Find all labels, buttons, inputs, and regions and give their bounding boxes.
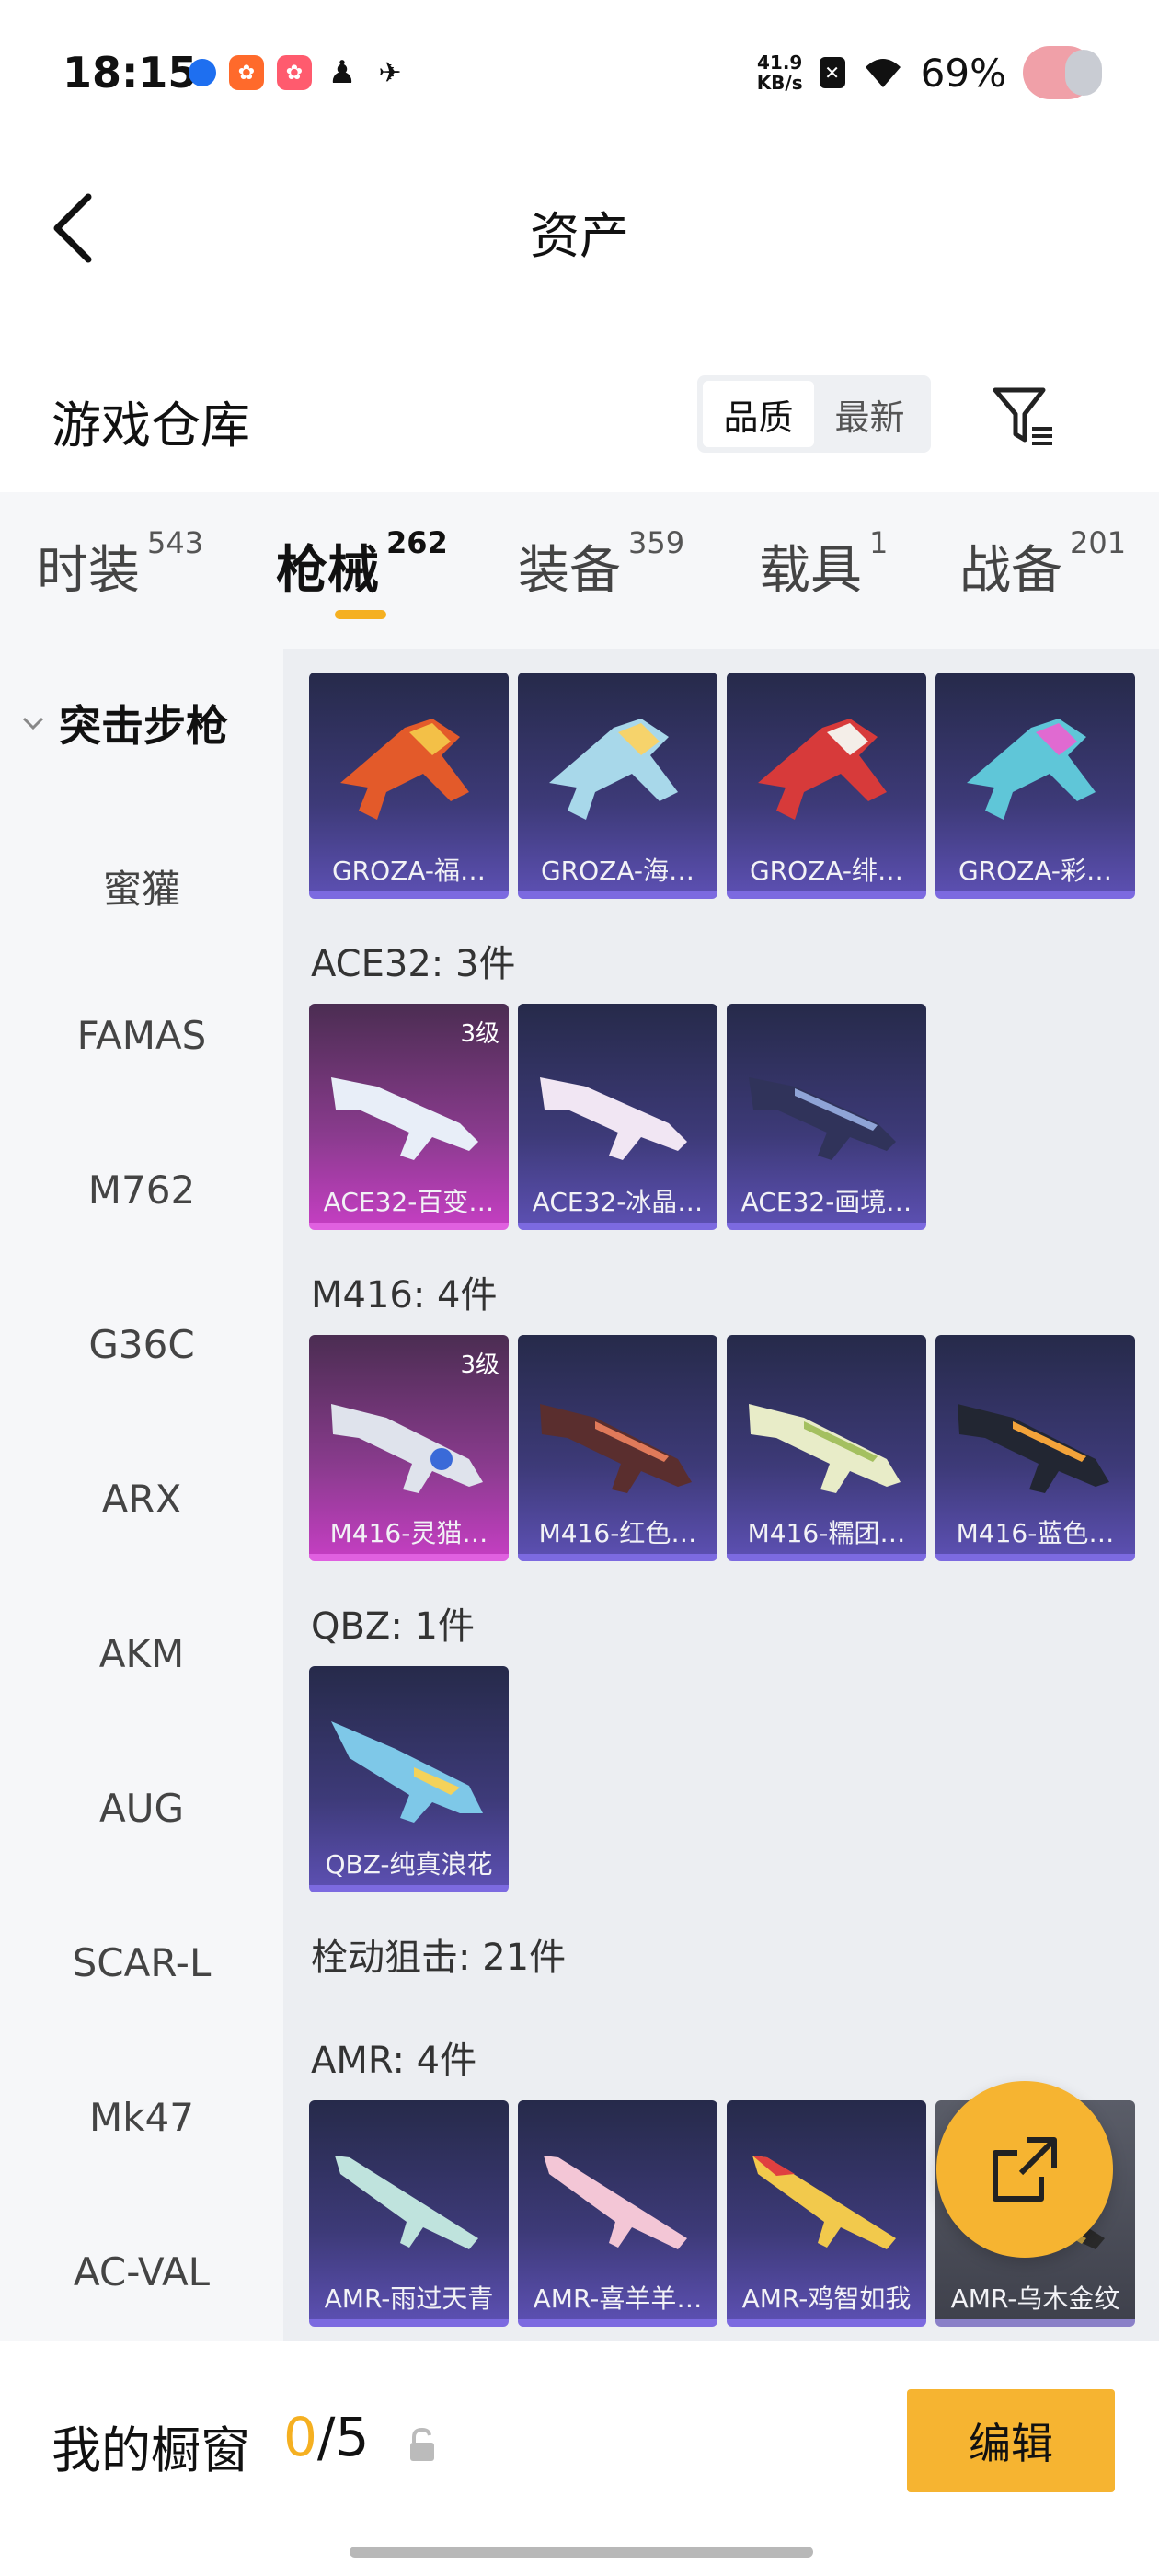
sidebar-item-arx[interactable]: ARX <box>0 1477 283 1522</box>
filter-icon[interactable] <box>990 383 1056 449</box>
ace32-grid: 3级 ACE32-百变… ACE32-冰晶… ACE32-画境… <box>309 1004 926 1230</box>
rifle-image <box>758 719 887 820</box>
sidebar-item-akm[interactable]: AKM <box>0 1631 283 1676</box>
rifle-image <box>340 719 469 820</box>
chevron-down-icon <box>22 717 44 730</box>
header: 资产 <box>0 147 1159 304</box>
sidebar-category-header[interactable]: 突击步枪 <box>20 693 228 753</box>
weapon-card[interactable]: M416-蓝色… <box>935 1335 1135 1561</box>
active-tab-indicator <box>335 610 386 619</box>
tab-equipment[interactable]: 装备 359 <box>518 525 684 604</box>
bird-icon: ✈ <box>378 56 402 89</box>
weapon-card[interactable]: QBZ-纯真浪花 <box>309 1666 509 1892</box>
notification-icons: ✿ ✿ ♟ ✈ <box>189 54 407 91</box>
sidebar-item-aug[interactable]: AUG <box>0 1786 283 1831</box>
rifle-image <box>752 2156 896 2249</box>
rifle-image <box>331 1404 483 1493</box>
qq-icon: ♟ <box>327 54 357 91</box>
sort-latest-button[interactable]: 最新 <box>814 381 925 447</box>
weapon-card[interactable]: M416-糯团… <box>727 1335 926 1561</box>
sort-toggle: 品质 最新 <box>697 375 931 453</box>
weapon-category-sidebar: 突击步枪 蜜獾 FAMAS M762 G36C ARX AKM AUG SCAR… <box>0 649 283 2341</box>
sidebar-item-scar-l[interactable]: SCAR-L <box>0 1940 283 1985</box>
weapon-card[interactable]: GROZA-福… <box>309 673 509 899</box>
rifle-image <box>335 2156 478 2249</box>
sidebar-item-mk47[interactable]: Mk47 <box>0 2095 283 2140</box>
avatar <box>1023 46 1102 99</box>
tab-fashion[interactable]: 时装 543 <box>37 525 203 604</box>
sidebar-item-honey-badger[interactable]: 蜜獾 <box>0 858 283 914</box>
rifle-image <box>749 1404 901 1493</box>
sidebar-item-famas[interactable]: FAMAS <box>0 1013 283 1058</box>
ace32-section-label: ACE32: 3件 <box>311 943 516 985</box>
showcase-count: 0/5 <box>283 2406 370 2468</box>
showcase-label: 我的橱窗 <box>52 2421 250 2479</box>
sort-quality-button[interactable]: 品质 <box>703 381 814 447</box>
qbz-grid: QBZ-纯真浪花 <box>309 1666 509 1892</box>
home-indicator[interactable] <box>350 2547 813 2558</box>
weapon-card[interactable]: GROZA-彩… <box>935 673 1135 899</box>
rifle-image <box>331 1077 478 1160</box>
rifle-image <box>544 2156 687 2249</box>
rifle-image <box>749 1077 896 1160</box>
weapon-card[interactable]: 3级 ACE32-百变… <box>309 1004 509 1230</box>
lock-icon <box>410 2427 434 2461</box>
rifle-image <box>967 719 1096 820</box>
showcase-bar: 我的橱窗 0/5 编辑 <box>0 2341 1159 2576</box>
external-link-icon <box>993 2137 1057 2202</box>
wifi-icon <box>865 59 901 87</box>
status-bar: 18:15 ✿ ✿ ♟ ✈ 41.9 KB/s ✕ 69% <box>0 0 1159 147</box>
amr-section-label: AMR: 4件 <box>311 2040 477 2082</box>
groza-grid: GROZA-福… GROZA-海… GROZA-绯… GROZA-彩… <box>309 673 1135 899</box>
weapon-card[interactable]: M416-红色… <box>518 1335 717 1561</box>
net-speed: 41.9 KB/s <box>756 52 803 94</box>
app-icon-2: ✿ <box>277 55 312 90</box>
page-title: 资产 <box>530 207 629 265</box>
m416-grid: 3级 M416-灵猫… M416-红色… M416-糯团… M416-蓝色… <box>309 1335 1135 1561</box>
sidebar-item-ac-val[interactable]: AC-VAL <box>0 2249 283 2294</box>
weapon-card[interactable]: ACE32-画境… <box>727 1004 926 1230</box>
messenger-icon <box>189 59 216 86</box>
weapon-card[interactable]: ACE32-冰晶… <box>518 1004 717 1230</box>
weapon-card[interactable]: GROZA-海… <box>518 673 717 899</box>
share-fab-button[interactable] <box>936 2081 1113 2258</box>
bolt-sniper-section-label: 栓动狙击: 21件 <box>311 1937 567 1979</box>
rifle-image <box>549 719 678 820</box>
tab-supplies[interactable]: 战备 201 <box>959 525 1126 604</box>
warehouse-title: 游戏仓库 <box>52 397 250 454</box>
battery-level: 69% <box>920 50 1006 96</box>
qbz-section-label: QBZ: 1件 <box>311 1605 475 1648</box>
rifle-image <box>540 1077 687 1160</box>
tab-vehicles[interactable]: 载具 1 <box>759 525 888 604</box>
edit-button[interactable]: 编辑 <box>907 2389 1115 2492</box>
warehouse-header: 游戏仓库 品质 最新 <box>0 350 1159 488</box>
status-time: 18:15 <box>63 48 198 98</box>
tab-firearms[interactable]: 枪械 262 <box>276 525 448 604</box>
sim-icon: ✕ <box>819 57 845 88</box>
weapon-card[interactable]: AMR-鸡智如我 <box>727 2100 926 2327</box>
category-tabs: 时装 543 枪械 262 装备 359 载具 1 战备 201 <box>0 492 1159 649</box>
sidebar-item-m762[interactable]: M762 <box>0 1167 283 1213</box>
rifle-image <box>331 1721 483 1823</box>
weapon-card[interactable]: 3级 M416-灵猫… <box>309 1335 509 1561</box>
app-icon-1: ✿ <box>229 55 264 90</box>
weapon-card[interactable]: GROZA-绯… <box>727 673 926 899</box>
m416-section-label: M416: 4件 <box>311 1274 498 1317</box>
weapon-card[interactable]: AMR-喜羊羊… <box>518 2100 717 2327</box>
weapon-card[interactable]: AMR-雨过天青 <box>309 2100 509 2327</box>
sidebar-item-g36c[interactable]: G36C <box>0 1322 283 1367</box>
rifle-image <box>958 1404 1109 1493</box>
rifle-image <box>540 1404 692 1493</box>
